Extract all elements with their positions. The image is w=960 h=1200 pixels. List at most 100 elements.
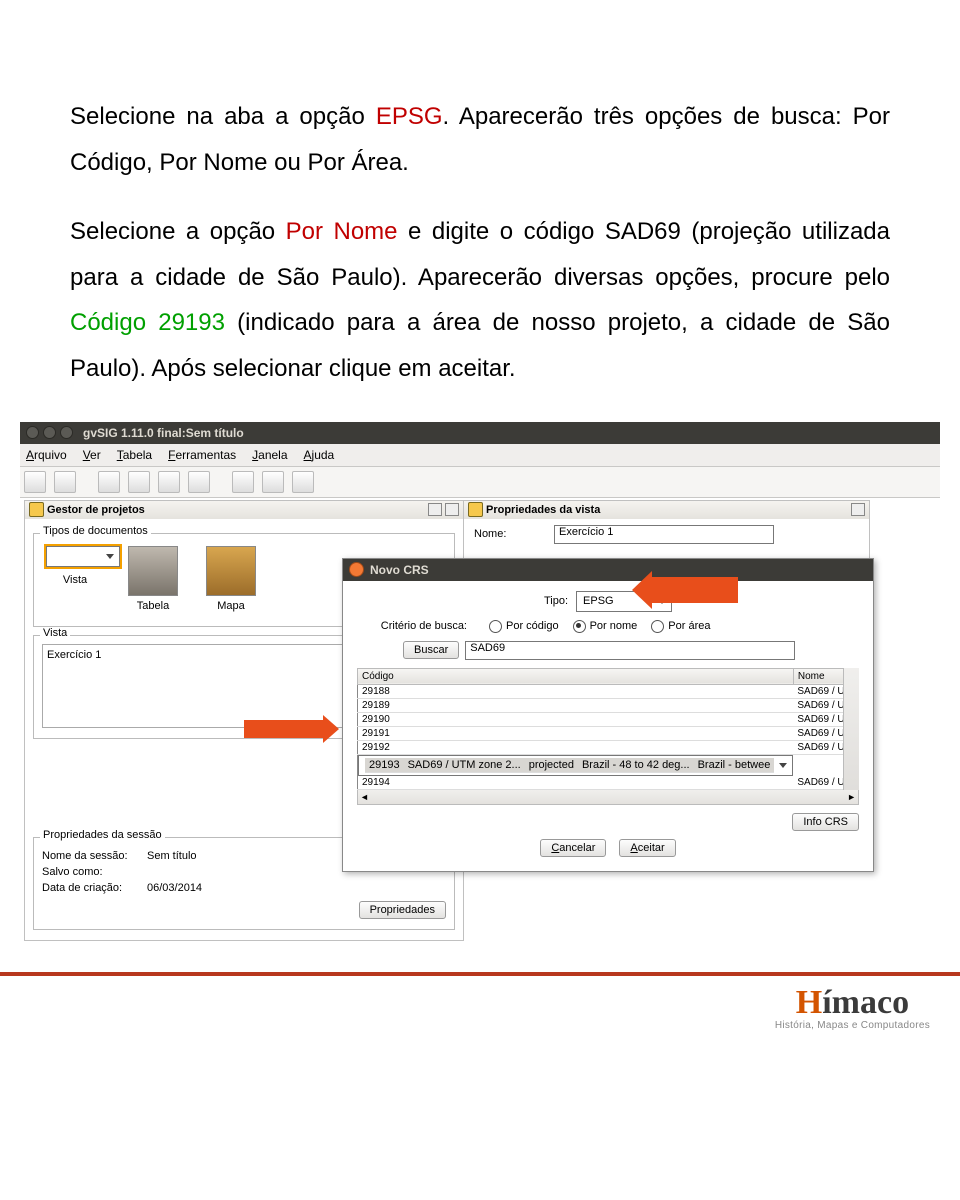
table-cell: SAD69 / UTM zone 2... — [793, 726, 843, 740]
doc-label: Vista — [63, 574, 87, 586]
dialog-title: Novo CRS — [370, 563, 429, 577]
scrollbar[interactable] — [843, 668, 859, 790]
window-icon — [29, 502, 44, 517]
arrow-annotation-tipo — [650, 577, 738, 603]
toolbar-icon[interactable] — [292, 471, 314, 493]
dialog-titlebar: Novo CRS — [343, 559, 873, 581]
table-cell: 29192 — [358, 740, 794, 754]
logo-text: ímaco — [822, 984, 909, 1021]
window-max-icon[interactable] — [60, 426, 73, 439]
table-cell: 29188 — [358, 684, 794, 698]
menu-tabela[interactable]: Tabela — [117, 448, 152, 462]
crs-results-table: Código Nome Tipo Área 29188SAD69 / UTM z… — [357, 668, 843, 790]
radio-por-nome[interactable] — [573, 620, 586, 633]
list-item[interactable]: Exercício 1 — [47, 649, 101, 661]
label: Tipo: — [544, 595, 576, 607]
name-input[interactable]: Exercício 1 — [554, 525, 774, 544]
table-row[interactable]: 29188SAD69 / UTM zone 1...projectedSouth… — [358, 684, 844, 698]
table-row[interactable]: 29190SAD69 / UTM zone 2...projectedSouth… — [358, 712, 844, 726]
window-min-icon[interactable] — [43, 426, 56, 439]
search-input[interactable]: SAD69 — [465, 641, 795, 660]
group-label: Tipos de documentos — [40, 525, 151, 537]
close-icon[interactable] — [445, 503, 459, 516]
table-cell: SAD69 / UTM zone 1... — [793, 684, 843, 698]
properties-button[interactable]: Propriedades — [359, 901, 446, 919]
novo-crs-dialog: Novo CRS Tipo: EPSG Critério de busca: P… — [342, 558, 874, 872]
table-row[interactable]: 29191SAD69 / UTM zone 2...projectedBrazi… — [358, 726, 844, 740]
close-icon[interactable] — [851, 503, 865, 516]
menu-ver[interactable]: Ver — [83, 448, 101, 462]
dropdown-value: EPSG — [583, 595, 614, 607]
app-title: gvSIG 1.11.0 final:Sem título — [83, 426, 244, 440]
group-label: Propriedades da sessão — [40, 829, 165, 841]
label: Nome: — [474, 528, 554, 540]
toolbar-icon[interactable] — [158, 471, 180, 493]
page-footer: Hímaco História, Mapas e Computadores — [0, 972, 960, 1051]
text-codigo: Código 29193 — [70, 309, 225, 336]
menu-janela[interactable]: Janela — [252, 448, 287, 462]
window-header: Gestor de projetos — [25, 501, 463, 519]
window-icon — [468, 502, 483, 517]
toolbar-icon[interactable] — [262, 471, 284, 493]
radio-label: Por nome — [590, 620, 638, 632]
radio-label: Por área — [668, 620, 710, 632]
logo-letter: H — [796, 984, 822, 1021]
toolbar-icon[interactable] — [128, 471, 150, 493]
table-cell: SAD69 / UTM zone 2... — [793, 776, 843, 790]
toolbar-icon[interactable] — [188, 471, 210, 493]
accept-button[interactable]: Aceitar — [619, 839, 675, 857]
col-header[interactable]: Nome — [793, 668, 843, 684]
menu-ajuda[interactable]: Ajuda — [304, 448, 335, 462]
doc-mapa[interactable]: Mapa — [202, 546, 260, 612]
window-title: Gestor de projetos — [47, 504, 145, 516]
h-scrollbar[interactable]: ◄ ► — [357, 790, 859, 805]
radio-por-codigo[interactable] — [489, 620, 502, 633]
instruction-paragraph-1: Selecione na aba a opção EPSG. Aparecerã… — [70, 94, 890, 185]
window-close-icon[interactable] — [26, 426, 39, 439]
table-row[interactable]: 29194SAD69 / UTM zone 2...projectedBrazi… — [358, 776, 844, 790]
text: Selecione a opção — [70, 218, 286, 245]
radio-label: Por código — [506, 620, 559, 632]
close-icon[interactable] — [349, 562, 364, 577]
app-titlebar: gvSIG 1.11.0 final:Sem título — [20, 422, 940, 444]
table-row[interactable]: 29193SAD69 / UTM zone 2...projectedBrazi… — [358, 755, 793, 776]
table-cell: SAD69 / UTM zone 2... — [793, 712, 843, 726]
label: Salvo como: — [42, 866, 147, 878]
col-header[interactable]: Código — [358, 668, 794, 684]
table-cell: projected — [525, 758, 578, 773]
table-cell: 29191 — [358, 726, 794, 740]
radio-por-area[interactable] — [651, 620, 664, 633]
search-button[interactable]: Buscar — [403, 641, 459, 659]
toolbar-icon[interactable] — [24, 471, 46, 493]
table-row[interactable]: 29189SAD69 / UTM zone 1...projectedSouth… — [358, 698, 844, 712]
footer-logo: Hímaco História, Mapas e Computadores — [775, 984, 930, 1031]
info-crs-button[interactable]: Info CRS — [792, 813, 859, 831]
menu-arquivo[interactable]: Arquivo — [26, 448, 67, 462]
restore-icon[interactable] — [428, 503, 442, 516]
label: Data de criação: — [42, 882, 147, 894]
window-title: Propriedades da vista — [486, 504, 600, 516]
table-cell: SAD69 / UTM zone 2... — [404, 758, 525, 773]
doc-tabela[interactable]: Tabela — [124, 546, 182, 612]
logo-tagline: História, Mapas e Computadores — [775, 1020, 930, 1031]
table-cell: 29193 — [365, 758, 404, 773]
toolbar-icon[interactable] — [54, 471, 76, 493]
table-cell: SAD69 / UTM zone 2... — [793, 740, 843, 754]
doc-vista[interactable]: Vista — [46, 546, 104, 612]
table-cell: 29189 — [358, 698, 794, 712]
toolbar-icon[interactable] — [232, 471, 254, 493]
menubar: Arquivo Ver Tabela Ferramentas Janela Aj… — [20, 444, 940, 467]
table-cell: Brazil - 48 to 42 deg... — [578, 758, 694, 773]
table-row[interactable]: 29192SAD69 / UTM zone 2...projectedBrazi… — [358, 740, 844, 754]
doc-label: Tabela — [137, 600, 169, 612]
cancel-button[interactable]: Cancelar — [540, 839, 606, 857]
group-label: Vista — [40, 627, 70, 639]
menu-ferramentas[interactable]: Ferramentas — [168, 448, 236, 462]
text: Selecione na aba a opção — [70, 103, 376, 130]
label: Nome da sessão: — [42, 850, 147, 862]
toolbar — [20, 467, 940, 498]
table-cell: SAD69 / UTM zone 1... — [793, 698, 843, 712]
instruction-paragraph-2: Selecione a opção Por Nome e digite o có… — [70, 209, 890, 391]
toolbar-icon[interactable] — [98, 471, 120, 493]
table-cell: 29194 — [358, 776, 794, 790]
